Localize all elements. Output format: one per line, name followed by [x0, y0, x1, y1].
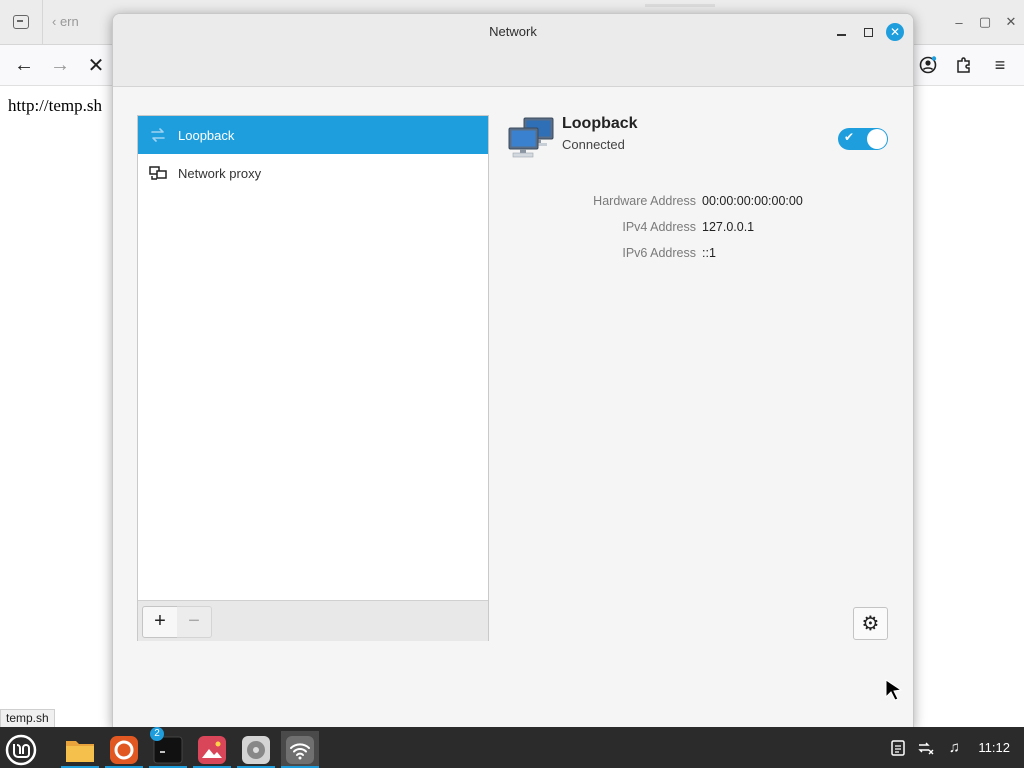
- gear-icon: ⚙: [861, 613, 880, 635]
- tab-list-icon: [13, 15, 29, 29]
- connection-settings-button[interactable]: ⚙: [853, 607, 888, 640]
- linux-mint-logo-icon: [5, 734, 37, 765]
- property-label: IPv6 Address: [622, 246, 696, 260]
- x-icon: ✕: [87, 54, 105, 77]
- connection-label: Network proxy: [178, 165, 262, 181]
- taskbar-network-settings[interactable]: [281, 731, 319, 768]
- hamburger-icon: ≡: [994, 54, 1006, 75]
- page-url-text: http://temp.sh: [8, 96, 102, 115]
- arrow-left-icon: ←: [14, 53, 34, 76]
- taskbar-disk-utility[interactable]: [237, 731, 275, 768]
- property-label: IPv4 Address: [622, 220, 696, 234]
- app-menu-button[interactable]: ≡: [986, 51, 1014, 79]
- taskbar-files[interactable]: [61, 731, 99, 768]
- sound-tray-icon[interactable]: ♫: [940, 727, 968, 768]
- clock[interactable]: 11:12: [978, 740, 1010, 755]
- browser-close-icon[interactable]: ✕: [998, 14, 1024, 30]
- network-disconnected-tray-icon[interactable]: [912, 727, 940, 768]
- window-title: Network: [489, 24, 537, 39]
- loopback-arrows-icon: [138, 128, 178, 142]
- connection-list: Loopback Network proxy: [138, 116, 488, 600]
- minimize-icon: [836, 34, 846, 36]
- property-value: ::1: [702, 246, 716, 260]
- minimize-button[interactable]: [832, 23, 850, 41]
- puzzle-icon: [957, 57, 970, 73]
- tab-list-button[interactable]: [0, 0, 43, 44]
- terminal-window-count-badge: 2: [150, 727, 164, 741]
- firefox-icon: [110, 735, 138, 764]
- connection-status: Connected: [562, 137, 625, 152]
- connection-name: Loopback: [562, 115, 638, 132]
- system-tray: ♫ 11:12: [884, 727, 1024, 768]
- browser-maximize-icon[interactable]: ▢: [972, 14, 998, 30]
- browser-tab-label: ern: [59, 14, 79, 29]
- property-row-ipv6-address: IPv6 Address ::1: [513, 246, 893, 266]
- extensions-button[interactable]: [950, 51, 978, 79]
- close-button[interactable]: ✕: [886, 23, 904, 41]
- check-icon: ✔: [844, 130, 855, 144]
- browser-tab-title[interactable]: ‹ ern: [52, 14, 79, 29]
- browser-window-controls: – ▢ ✕: [946, 0, 1024, 44]
- maximize-icon: [863, 27, 873, 37]
- connection-enable-toggle[interactable]: ✔: [838, 128, 888, 150]
- notes-tray-icon[interactable]: [884, 727, 912, 768]
- folder-icon: [66, 740, 94, 762]
- wired-network-computers-icon: [507, 116, 555, 160]
- chevron-left-icon: ‹: [52, 14, 60, 29]
- forward-button[interactable]: →: [46, 51, 74, 79]
- connection-list-toolbar: + −: [138, 600, 488, 641]
- toggle-knob: [867, 129, 887, 149]
- image-viewer-icon: [198, 735, 226, 764]
- mouse-cursor-icon: [885, 679, 903, 701]
- back-button[interactable]: ←: [10, 51, 38, 79]
- stop-button[interactable]: ✕: [82, 51, 110, 79]
- taskbar-firefox[interactable]: [105, 731, 143, 768]
- connection-label: Loopback: [178, 127, 235, 143]
- window-titlebar[interactable]: Network ✕: [113, 14, 913, 87]
- remove-connection-button[interactable]: −: [177, 606, 212, 638]
- connection-item-loopback[interactable]: Loopback: [138, 116, 488, 154]
- property-label: Hardware Address: [593, 194, 696, 208]
- status-url: temp.sh: [0, 709, 55, 729]
- connection-list-panel: Loopback Network proxy + −: [137, 115, 489, 641]
- maximize-button[interactable]: [859, 23, 877, 41]
- network-proxy-icon: [138, 165, 178, 181]
- property-row-hardware-address: Hardware Address 00:00:00:00:00:00: [513, 194, 893, 214]
- add-connection-button[interactable]: +: [142, 606, 178, 638]
- property-value: 00:00:00:00:00:00: [702, 194, 803, 208]
- property-row-ipv4-address: IPv4 Address 127.0.0.1: [513, 220, 893, 240]
- disk-utility-icon: [242, 735, 270, 764]
- taskbar-image-viewer[interactable]: [193, 731, 231, 768]
- start-menu-button[interactable]: [2, 731, 40, 768]
- tab-strip-indicator: [645, 4, 715, 7]
- close-icon: ✕: [889, 25, 901, 39]
- wifi-icon: [286, 735, 314, 764]
- account-button[interactable]: [914, 51, 942, 79]
- browser-minimize-icon[interactable]: –: [946, 15, 972, 30]
- network-window: Network ✕ Loopback Network proxy + − Loo…: [112, 13, 914, 728]
- arrow-right-icon: →: [50, 53, 70, 76]
- taskbar: 2 ♫ 11:12: [0, 727, 1024, 768]
- account-icon: [919, 56, 937, 74]
- connection-item-network-proxy[interactable]: Network proxy: [138, 154, 488, 192]
- taskbar-terminal[interactable]: 2: [149, 727, 187, 768]
- property-value: 127.0.0.1: [702, 220, 755, 234]
